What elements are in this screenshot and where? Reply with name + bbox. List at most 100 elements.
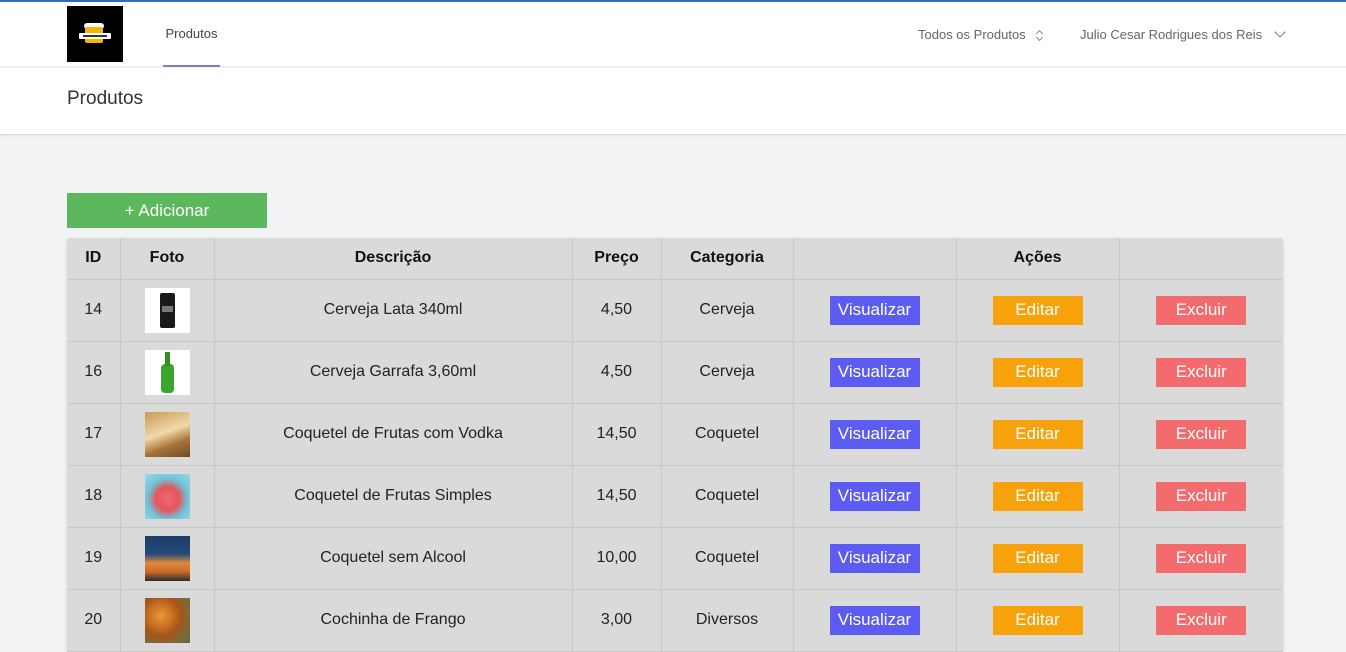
- table-row: 17 Coquetel de Frutas com Vodka 14,50 Co…: [67, 402, 1283, 466]
- cell-view: Visualizar: [792, 278, 957, 342]
- products-filter-dropdown[interactable]: Todos os Produtos: [918, 24, 1044, 44]
- cell-edit: Editar: [955, 402, 1120, 466]
- cell-preco: 14,50: [571, 402, 662, 466]
- orange-cocktail-image: [144, 535, 190, 581]
- beer-can-image: [144, 287, 190, 333]
- fruit-cocktail-image: [144, 411, 190, 457]
- user-menu[interactable]: Julio Cesar Rodrigues dos Reis: [1080, 24, 1286, 44]
- cell-id: 19: [67, 526, 121, 590]
- cell-photo: [119, 526, 215, 590]
- cell-id: 17: [67, 402, 121, 466]
- cell-descricao: Coquetel de Frutas com Vodka: [213, 402, 573, 466]
- nav-tab-label: Produtos: [165, 26, 218, 41]
- cell-id: 14: [67, 278, 121, 342]
- table-header-row: ID Foto Descrição Preço Categoria Ações: [67, 238, 1283, 280]
- cell-edit: Editar: [955, 278, 1120, 342]
- edit-button[interactable]: Editar: [992, 605, 1083, 635]
- beer-bottle-image: [144, 349, 190, 395]
- cell-edit: Editar: [955, 464, 1120, 528]
- cell-categoria: Cerveja: [660, 278, 794, 342]
- table-row: 16 Cerveja Garrafa 3,60ml 4,50 Cerveja V…: [67, 340, 1283, 404]
- cell-photo: [119, 588, 215, 652]
- brand-logo[interactable]: [67, 6, 123, 62]
- cell-view: Visualizar: [792, 464, 957, 528]
- delete-button[interactable]: Excluir: [1156, 295, 1247, 325]
- navbar: Produtos Todos os Produtos Julio Cesar R…: [0, 2, 1346, 67]
- cell-preco: 3,00: [571, 588, 662, 652]
- cell-categoria: Cerveja: [660, 340, 794, 404]
- edit-button[interactable]: Editar: [992, 543, 1083, 573]
- view-button[interactable]: Visualizar: [829, 295, 920, 325]
- view-button[interactable]: Visualizar: [829, 605, 920, 635]
- cell-preco: 4,50: [571, 340, 662, 404]
- cell-categoria: Coquetel: [660, 526, 794, 590]
- beer-mug-icon: [79, 23, 111, 45]
- chevron-down-icon: [1274, 26, 1286, 38]
- cell-categoria: Diversos: [660, 588, 794, 652]
- cell-delete: Excluir: [1118, 526, 1283, 590]
- cell-descricao: Cerveja Lata 340ml: [213, 278, 573, 342]
- cell-view: Visualizar: [792, 526, 957, 590]
- view-button[interactable]: Visualizar: [829, 543, 920, 573]
- header-empty-2: [1118, 238, 1283, 280]
- edit-button[interactable]: Editar: [992, 357, 1083, 387]
- delete-button[interactable]: Excluir: [1156, 481, 1247, 511]
- cell-delete: Excluir: [1118, 340, 1283, 404]
- table-row: 14 Cerveja Lata 340ml 4,50 Cerveja Visua…: [67, 278, 1283, 342]
- header-preco[interactable]: Preço: [571, 238, 662, 280]
- page-title: Produtos: [67, 88, 144, 109]
- header-empty-1: [792, 238, 957, 280]
- cell-descricao: Coquetel de Frutas Simples: [213, 464, 573, 528]
- cell-delete: Excluir: [1118, 464, 1283, 528]
- cell-id: 16: [67, 340, 121, 404]
- edit-button[interactable]: Editar: [992, 295, 1083, 325]
- cell-photo: [119, 464, 215, 528]
- delete-button[interactable]: Excluir: [1156, 543, 1247, 573]
- products-filter-label: Todos os Produtos: [918, 26, 1026, 42]
- nav-tab-produtos[interactable]: Produtos: [163, 2, 220, 67]
- cell-categoria: Coquetel: [660, 464, 794, 528]
- table-row: 20 Cochinha de Frango 3,00 Diversos Visu…: [67, 588, 1283, 652]
- delete-button[interactable]: Excluir: [1156, 357, 1247, 387]
- header-acoes: Ações: [955, 238, 1120, 280]
- cell-preco: 10,00: [571, 526, 662, 590]
- cell-photo: [119, 402, 215, 466]
- cell-edit: Editar: [955, 340, 1120, 404]
- cell-delete: Excluir: [1118, 278, 1283, 342]
- cell-descricao: Cerveja Garrafa 3,60ml: [213, 340, 573, 404]
- cell-categoria: Coquetel: [660, 402, 794, 466]
- view-button[interactable]: Visualizar: [829, 419, 920, 449]
- view-button[interactable]: Visualizar: [829, 357, 920, 387]
- header-descricao[interactable]: Descrição: [213, 238, 573, 280]
- sort-updown-icon: [1036, 29, 1044, 41]
- page-header: Produtos: [0, 68, 1346, 135]
- add-product-button[interactable]: + Adicionar: [67, 193, 267, 228]
- user-name: Julio Cesar Rodrigues dos Reis: [1080, 26, 1263, 42]
- cell-id: 20: [67, 588, 121, 652]
- cell-view: Visualizar: [792, 402, 957, 466]
- cell-edit: Editar: [955, 588, 1120, 652]
- edit-button[interactable]: Editar: [992, 419, 1083, 449]
- header-categoria[interactable]: Categoria: [660, 238, 794, 280]
- header-foto[interactable]: Foto: [119, 238, 215, 280]
- cell-photo: [119, 278, 215, 342]
- header-id[interactable]: ID: [67, 238, 121, 280]
- cell-view: Visualizar: [792, 340, 957, 404]
- products-table-container: ID Foto Descrição Preço Categoria Ações …: [67, 238, 1283, 652]
- table-row: 18 Coquetel de Frutas Simples 14,50 Coqu…: [67, 464, 1283, 528]
- cell-delete: Excluir: [1118, 588, 1283, 652]
- delete-button[interactable]: Excluir: [1156, 419, 1247, 449]
- cell-edit: Editar: [955, 526, 1120, 590]
- products-table: ID Foto Descrição Preço Categoria Ações …: [67, 238, 1283, 652]
- pink-cocktail-image: [144, 473, 190, 519]
- edit-button[interactable]: Editar: [992, 481, 1083, 511]
- table-row: 19 Coquetel sem Alcool 10,00 Coquetel Vi…: [67, 526, 1283, 590]
- coxinha-image: [144, 597, 190, 643]
- cell-id: 18: [67, 464, 121, 528]
- cell-preco: 14,50: [571, 464, 662, 528]
- cell-photo: [119, 340, 215, 404]
- cell-preco: 4,50: [571, 278, 662, 342]
- cell-view: Visualizar: [792, 588, 957, 652]
- delete-button[interactable]: Excluir: [1156, 605, 1247, 635]
- view-button[interactable]: Visualizar: [829, 481, 920, 511]
